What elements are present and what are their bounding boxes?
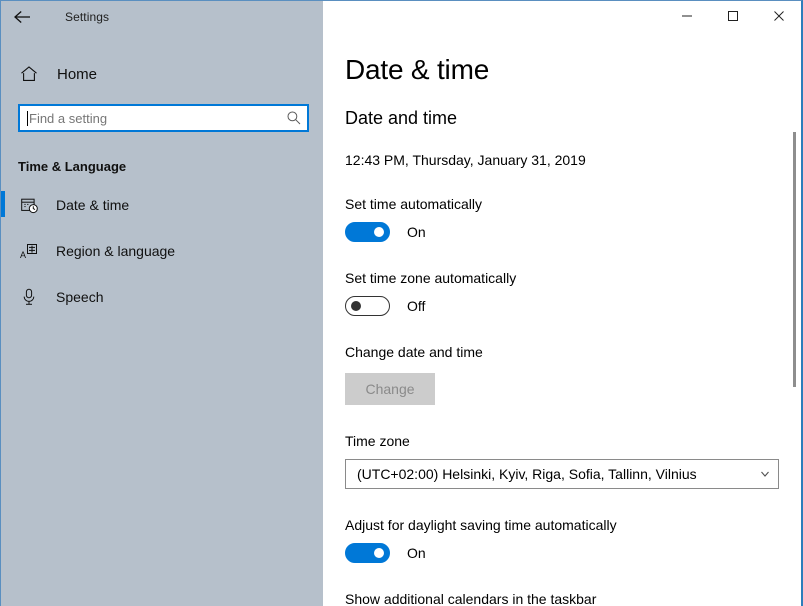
search-input[interactable]	[28, 110, 281, 126]
toggle-state-label: On	[407, 545, 426, 561]
label-change-date-and-time: Change date and time	[345, 344, 483, 360]
back-arrow-icon	[13, 9, 33, 25]
main-content: Date & time Date and time 12:43 PM, Thur…	[323, 32, 801, 606]
page-title: Date & time	[345, 54, 490, 85]
minimize-button[interactable]	[664, 1, 710, 31]
time-zone-dropdown[interactable]: (UTC+02:00) Helsinki, Kyiv, Riga, Sofia,…	[345, 459, 779, 489]
sidebar-item-date-time[interactable]: Date & time	[1, 190, 323, 220]
row-daylight-saving: On	[345, 543, 801, 563]
chevron-down-icon	[752, 468, 778, 480]
change-date-time-button[interactable]: Change	[345, 373, 435, 405]
maximize-icon	[727, 10, 739, 22]
search-icon[interactable]	[281, 110, 307, 126]
sidebar-item-region-language[interactable]: A Region & language	[1, 236, 323, 266]
toggle-set-timezone-automatically[interactable]	[345, 296, 390, 316]
row-set-timezone-automatically: Off	[345, 296, 801, 316]
maximize-button[interactable]	[710, 1, 756, 31]
language-icon: A	[18, 243, 40, 260]
label-additional-calendars: Show additional calendars in the taskbar	[345, 591, 597, 606]
main-scrollbar[interactable]	[791, 32, 799, 606]
toggle-state-label: On	[407, 224, 426, 240]
toggle-knob	[374, 227, 384, 237]
toggle-knob	[351, 301, 361, 311]
group-header-date-and-time: Date and time	[345, 108, 458, 128]
label-set-time-automatically: Set time automatically	[345, 196, 482, 212]
sidebar-section-title: Time & Language	[18, 159, 127, 174]
toggle-knob	[374, 548, 384, 558]
close-icon	[773, 10, 785, 22]
search-box[interactable]	[18, 104, 309, 132]
microphone-icon	[18, 288, 40, 306]
sidebar-item-label: Region & language	[56, 243, 176, 259]
caption-buttons	[323, 1, 801, 32]
current-datetime-text: 12:43 PM, Thursday, January 31, 2019	[345, 152, 586, 168]
svg-text:A: A	[20, 250, 26, 260]
time-zone-value: (UTC+02:00) Helsinki, Kyiv, Riga, Sofia,…	[357, 466, 697, 482]
toggle-state-label: Off	[407, 298, 426, 314]
sidebar: Home Time & Language	[1, 32, 323, 606]
sidebar-item-label: Date & time	[56, 197, 130, 213]
label-daylight-saving: Adjust for daylight saving time automati…	[345, 517, 617, 533]
label-set-timezone-automatically: Set time zone automatically	[345, 270, 517, 286]
label-time-zone: Time zone	[345, 433, 410, 449]
title-bar: Settings	[1, 1, 801, 32]
home-icon	[18, 65, 40, 83]
home-label: Home	[57, 65, 98, 83]
sidebar-item-home[interactable]: Home	[1, 57, 323, 91]
back-button[interactable]	[1, 1, 45, 32]
scrollbar-thumb[interactable]	[793, 132, 796, 387]
selection-indicator	[1, 191, 5, 217]
settings-window: Settings Home Find a setting Time & Lang…	[0, 0, 803, 606]
sidebar-item-label: Speech	[56, 289, 104, 305]
minimize-icon	[681, 10, 693, 22]
calendar-clock-icon	[18, 197, 40, 214]
toggle-daylight-saving[interactable]	[345, 543, 390, 563]
close-button[interactable]	[756, 1, 801, 31]
row-set-time-automatically: On	[345, 222, 801, 242]
toggle-set-time-automatically[interactable]	[345, 222, 390, 242]
app-title: Settings	[65, 9, 110, 24]
sidebar-item-speech[interactable]: Speech	[1, 282, 323, 312]
title-bar-left: Settings	[1, 1, 323, 32]
